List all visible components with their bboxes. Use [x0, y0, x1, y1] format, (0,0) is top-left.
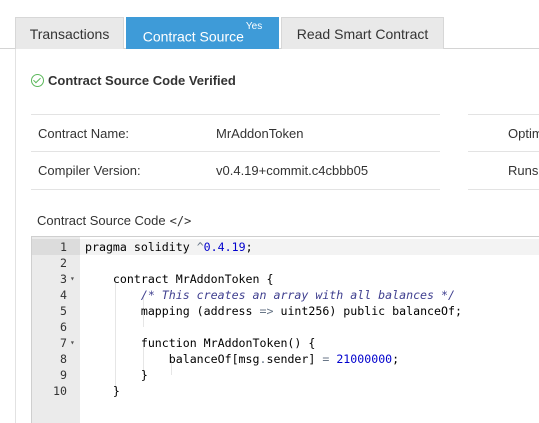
tab-contract-source[interactable]: Contract SourceYes [126, 17, 279, 49]
tab-read-smart-contract[interactable]: Read Smart Contract [281, 17, 444, 49]
panel-left-border [15, 49, 16, 423]
tab-read-smart-contract-label: Read Smart Contract [296, 26, 429, 42]
code-text: } [85, 368, 148, 382]
code-text: contract MrAddonToken { [85, 272, 274, 286]
tab-transactions-label: Transactions [29, 26, 110, 42]
tab-contract-source-label: Contract Source [142, 28, 244, 45]
code-text: function MrAddonToken() { [85, 336, 316, 350]
line-number: 3 [60, 272, 67, 286]
verified-badge: Yes [245, 21, 263, 32]
code-text: mapping (address => uint256) public bala… [85, 304, 462, 318]
code-line: 4 /* This creates an array with all bala… [32, 287, 539, 303]
code-line: 3 ▾ contract MrAddonToken { [32, 271, 539, 287]
code-heading: Contract Source Code </> [37, 213, 191, 228]
code-text: /* This creates an array with all balanc… [140, 288, 455, 302]
line-number: 2 [60, 256, 67, 270]
code-text: } [85, 384, 120, 398]
code-editor[interactable]: 1 pragma solidity ^0.4.19; 2 3 ▾ contract Mr… [31, 236, 539, 423]
compiler-version-label: Compiler Version: [38, 163, 141, 178]
code-line: 9 } [32, 367, 539, 383]
table-column-gap [440, 114, 468, 191]
fold-arrow-icon[interactable]: ▾ [70, 335, 75, 351]
line-number: 8 [60, 352, 67, 366]
code-text: balanceOf[msg.sender] = 21000000; [85, 352, 400, 366]
check-circle-icon [31, 73, 44, 87]
line-number: 6 [60, 320, 67, 334]
line-number: 4 [60, 288, 67, 302]
code-heading-label: Contract Source Code [37, 213, 166, 228]
code-text: pragma solidity ^0.4.19; [85, 240, 253, 254]
verified-heading: Contract Source Code Verified [31, 71, 236, 89]
code-icon: </> [169, 213, 192, 228]
line-number: 5 [60, 304, 67, 318]
line-number: 7 [60, 336, 67, 350]
tab-bar: Transactions Contract SourceYes Read Sma… [0, 0, 539, 49]
code-line: 1 pragma solidity ^0.4.19; [32, 239, 539, 255]
line-number: 1 [60, 240, 67, 254]
code-line: 6 [32, 319, 539, 335]
code-line: 5 mapping (address => uint256) public ba… [32, 303, 539, 319]
line-number: 9 [60, 368, 67, 382]
tab-transactions[interactable]: Transactions [15, 17, 124, 49]
line-number: 10 [53, 384, 67, 398]
code-line: 10 } [32, 383, 539, 399]
contract-name-label: Contract Name: [38, 126, 130, 141]
optimization-label: Optim [508, 126, 539, 141]
code-line: 2 [32, 255, 539, 271]
fold-arrow-icon[interactable]: ▾ [70, 271, 75, 287]
contract-name-value: MrAddonToken [216, 126, 304, 141]
runs-label: Runs [508, 163, 539, 178]
code-line: 7 ▾ function MrAddonToken() { [32, 335, 539, 351]
code-line: 8 balanceOf[msg.sender] = 21000000; [32, 351, 539, 367]
verified-title: Contract Source Code Verified [48, 72, 236, 88]
compiler-version-value: v0.4.19+commit.c4cbbb05 [216, 163, 369, 178]
